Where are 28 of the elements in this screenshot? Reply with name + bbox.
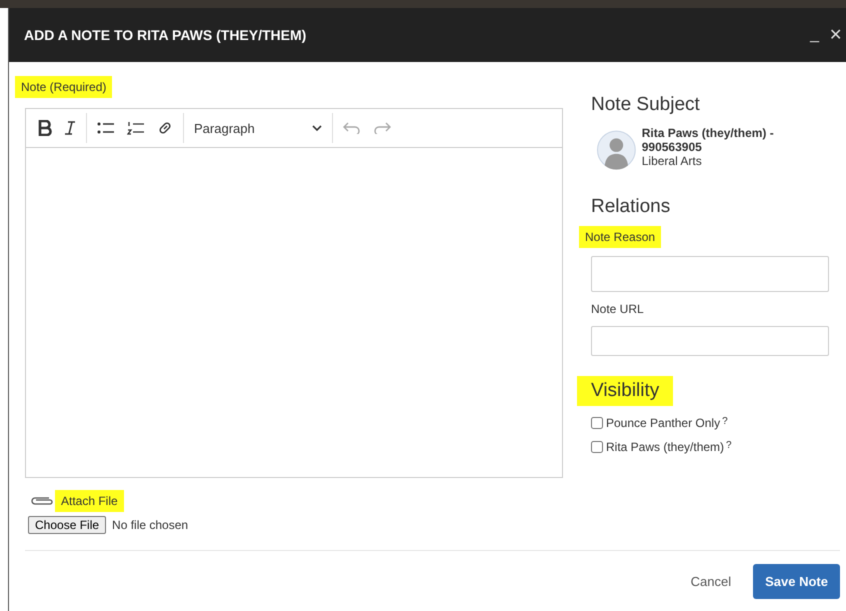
paperclip-icon (29, 495, 53, 507)
close-button[interactable]: ✕ (825, 25, 846, 45)
person-name: Rita Paws (they/them) - 990563905 (642, 126, 775, 154)
input-field[interactable] (591, 256, 829, 292)
section-heading: Relations (591, 196, 672, 218)
file-status: No file chosen (112, 518, 188, 532)
help-mark[interactable]: ? (726, 440, 732, 451)
input-field[interactable] (591, 326, 829, 356)
attach-file-label: Attach File (55, 490, 124, 512)
checkbox[interactable] (591, 441, 603, 453)
checkbox-label: Rita Paws (they/them) (606, 440, 724, 454)
choose-file-button[interactable]: Choose File (28, 516, 106, 534)
window-title: ADD A NOTE TO RITA PAWS (THEY/THEM) (24, 27, 306, 43)
section-heading: Visibility (577, 376, 674, 406)
help-mark[interactable]: ? (722, 416, 728, 427)
checkbox[interactable] (591, 417, 603, 429)
minimize-button[interactable]: _ (806, 25, 823, 45)
department-text: Liberal Arts (642, 154, 703, 168)
cancel-button[interactable]: Cancel (684, 572, 738, 590)
field-label: Note Reason (579, 226, 662, 248)
paragraph-dropdown[interactable]: Paragraph (188, 120, 328, 136)
save-note-button[interactable]: Save Note (753, 564, 840, 598)
checkbox-label: Pounce Panther Only (606, 416, 720, 430)
field-label: Note (Required) (15, 76, 112, 98)
avatar-icon (597, 130, 636, 170)
section-heading: Note Subject (591, 94, 701, 116)
field-label: Note URL (591, 302, 644, 316)
caret-icon (312, 125, 322, 131)
